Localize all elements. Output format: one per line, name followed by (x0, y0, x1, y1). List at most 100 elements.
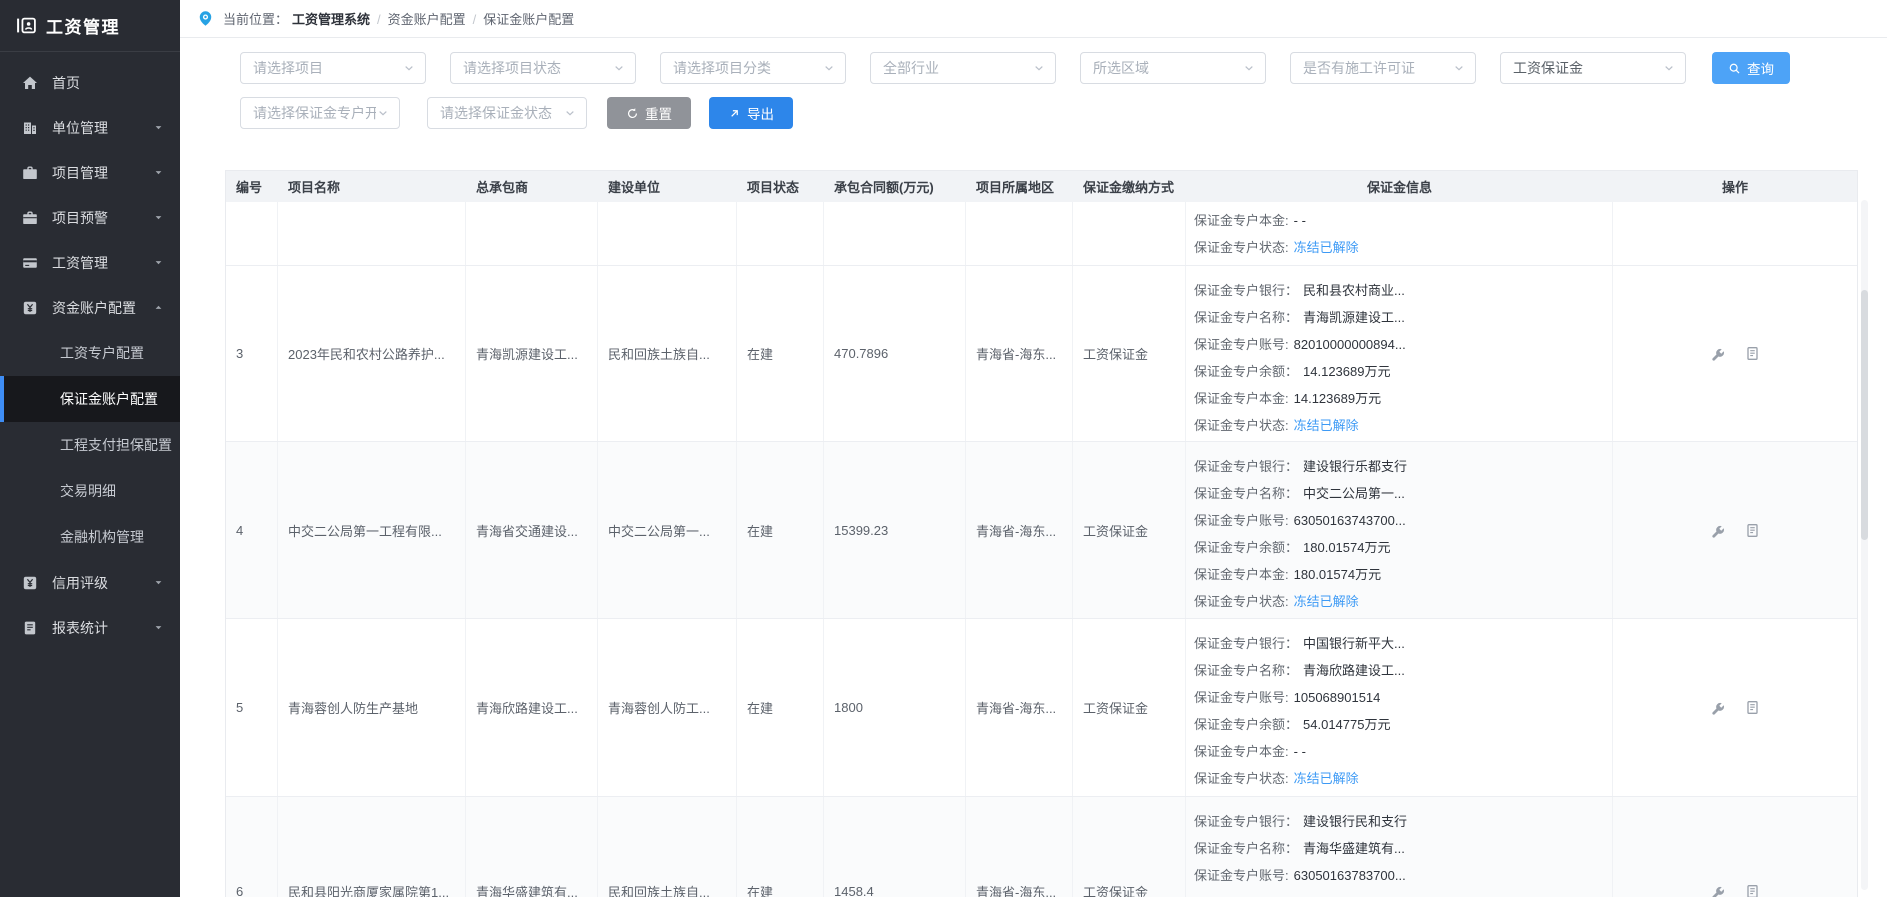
caret-down-icon (376, 106, 390, 120)
sidebar-item-home[interactable]: 首页 (0, 60, 180, 105)
cell-method: 工资保证金 (1073, 442, 1186, 618)
column-header: 项目所属地区 (966, 177, 1073, 196)
deposit-info-line: 保证金专户本金: - - (1194, 738, 1604, 765)
info-label: 保证金专户账号: (1194, 868, 1289, 883)
wrench-icon[interactable] (1710, 884, 1725, 897)
cell-name: 中交二公局第一工程有限... (278, 442, 466, 618)
cell-operations (1613, 202, 1857, 265)
chevron-up-icon (153, 302, 164, 313)
info-value: - - (1294, 744, 1306, 759)
breadcrumb-separator: / (473, 12, 477, 27)
deposit-info-line: 保证金专户账号:63050163743700... (1194, 507, 1604, 534)
deposit-info-line: 保证金专户银行：建设银行民和支行 (1194, 808, 1604, 835)
scrollbar-thumb[interactable] (1861, 290, 1868, 540)
deposit-account-bank-select[interactable]: 请选择保证金专户开 (240, 97, 400, 129)
breadcrumb-root[interactable]: 工资管理系统 (292, 9, 370, 28)
sidebar-item-unit-mgmt[interactable]: 单位管理 (0, 105, 180, 150)
info-label: 保证金专户状态: (1194, 418, 1289, 433)
wrench-icon[interactable] (1710, 700, 1725, 715)
cell-deposit-info: 保证金专户本金:- -保证金专户状态:冻结已解除 (1186, 202, 1613, 265)
sidebar-item-credit-rating[interactable]: 信用评级 (0, 560, 180, 605)
building-icon (22, 120, 38, 136)
account-status-link[interactable]: 冻结已解除 (1294, 240, 1359, 255)
reset-button[interactable]: 重置 (607, 97, 691, 129)
document-icon[interactable] (1745, 523, 1760, 538)
cell-builder: 民和回族土族自... (598, 797, 737, 897)
cell-deposit-info: 保证金专户银行：民和县农村商业...保证金专户名称：青海凯源建设工...保证金专… (1186, 266, 1613, 441)
info-value: 14.123689万元 (1303, 364, 1390, 379)
region-select[interactable]: 所选区域 (1080, 52, 1266, 84)
info-label: 保证金专户本金: (1194, 567, 1289, 582)
sidebar-item-fund-account-config[interactable]: 资金账户配置 (0, 285, 180, 330)
content: 请选择项目请选择项目状态请选择项目分类全部行业所选区域是否有施工许可证工资保证金… (180, 38, 1887, 897)
account-status-link[interactable]: 冻结已解除 (1294, 418, 1359, 433)
account-status-link[interactable]: 冻结已解除 (1294, 594, 1359, 609)
sidebar-subitem-deposit-account-config[interactable]: 保证金账户配置 (0, 376, 180, 422)
project-category-select[interactable]: 请选择项目分类 (660, 52, 846, 84)
sidebar-item-salary-mgmt[interactable]: 工资管理 (0, 240, 180, 285)
caret-down-icon (1242, 61, 1256, 75)
cell-region: 青海省-海东... (966, 266, 1073, 441)
cell-amount: 1458.4 (824, 797, 966, 897)
breadcrumb-bar: 当前位置： 工资管理系统 /资金账户配置/保证金账户配置 (180, 0, 1887, 38)
export-button[interactable]: 导出 (709, 97, 793, 129)
wrench-icon[interactable] (1710, 523, 1725, 538)
info-value: 建设银行乐都支行 (1303, 459, 1407, 474)
cell-builder (598, 202, 737, 265)
cell-method: 工资保证金 (1073, 797, 1186, 897)
main-area: 当前位置： 工资管理系统 /资金账户配置/保证金账户配置 请选择项目请选择项目状… (180, 0, 1887, 897)
table-header: 编号项目名称总承包商建设单位项目状态承包合同额(万元)项目所属地区保证金缴纳方式… (226, 171, 1857, 202)
chevron-down-icon (153, 212, 164, 223)
project-select[interactable]: 请选择项目 (240, 52, 426, 84)
info-value: 54.014775万元 (1303, 717, 1390, 732)
breadcrumb: /资金账户配置/保证金账户配置 (370, 9, 574, 28)
cell-method: 工资保证金 (1073, 266, 1186, 441)
project-status-select[interactable]: 请选择项目状态 (450, 52, 636, 84)
info-label: 保证金专户本金: (1194, 744, 1289, 759)
cell-amount (824, 202, 966, 265)
cell-contractor: 青海凯源建设工... (466, 266, 598, 441)
deposit-status-select[interactable]: 请选择保证金状态 (427, 97, 587, 129)
logo-title: 工资管理 (46, 13, 120, 38)
sidebar-item-project-mgmt[interactable]: 项目管理 (0, 150, 180, 195)
deposit-type-select[interactable]: 工资保证金 (1500, 52, 1686, 84)
select-value: 请选择项目 (253, 58, 402, 78)
account-status-link[interactable]: 冻结已解除 (1294, 771, 1359, 786)
sidebar-item-project-warning[interactable]: 项目预警 (0, 195, 180, 240)
breadcrumb-item[interactable]: 保证金账户配置 (483, 12, 574, 27)
column-header: 编号 (226, 177, 278, 196)
filter-selects-2: 请选择保证金专户开请选择保证金状态 (240, 97, 587, 129)
document-icon[interactable] (1745, 700, 1760, 715)
cell-name (278, 202, 466, 265)
chevron-down-icon (153, 577, 164, 588)
deposit-info-line: 保证金专户状态: 冻结已解除 (1194, 412, 1604, 439)
deposit-info-line: 保证金专户名称：青海凯源建设工... (1194, 304, 1604, 331)
caret-down-icon (612, 61, 626, 75)
info-label: 保证金专户银行： (1194, 814, 1298, 829)
sidebar-item-report-stats[interactable]: 报表统计 (0, 605, 180, 650)
sidebar-item-label: 首页 (52, 73, 80, 93)
document-icon[interactable] (1745, 346, 1760, 361)
sidebar-subitem-payment-guarantee-config[interactable]: 工程支付担保配置 (0, 422, 180, 468)
search-button[interactable]: 查询 (1712, 52, 1790, 84)
refresh-icon (626, 107, 639, 120)
table-scrollbar[interactable] (1861, 200, 1868, 890)
info-label: 保证金专户账号: (1194, 690, 1289, 705)
info-value: 63050163783700... (1294, 868, 1406, 883)
table-row-5: 5青海蓉创人防生产基地青海欣路建设工...青海蓉创人防工...在建1800青海省… (226, 619, 1857, 797)
sidebar: 工资管理 首页单位管理项目管理项目预警工资管理资金账户配置工资专户配置保证金账户… (0, 0, 180, 897)
breadcrumb-item[interactable]: 资金账户配置 (388, 12, 466, 27)
sidebar-subitem-salary-account-config[interactable]: 工资专户配置 (0, 330, 180, 376)
select-value: 所选区域 (1093, 58, 1242, 78)
info-value: 青海华盛建筑有... (1303, 841, 1405, 856)
wrench-icon[interactable] (1710, 346, 1725, 361)
construction-permit-select[interactable]: 是否有施工许可证 (1290, 52, 1476, 84)
info-label: 保证金专户银行： (1194, 636, 1298, 651)
sidebar-subitem-transaction-detail[interactable]: 交易明细 (0, 468, 180, 514)
deposit-info-line: 保证金专户余额：180.01574万元 (1194, 534, 1604, 561)
sidebar-subitem-financial-institution-mgmt[interactable]: 金融机构管理 (0, 514, 180, 560)
info-value: 中国银行新平大... (1303, 636, 1405, 651)
sidebar-item-label: 项目管理 (52, 163, 108, 183)
industry-select[interactable]: 全部行业 (870, 52, 1056, 84)
document-icon[interactable] (1745, 884, 1760, 897)
